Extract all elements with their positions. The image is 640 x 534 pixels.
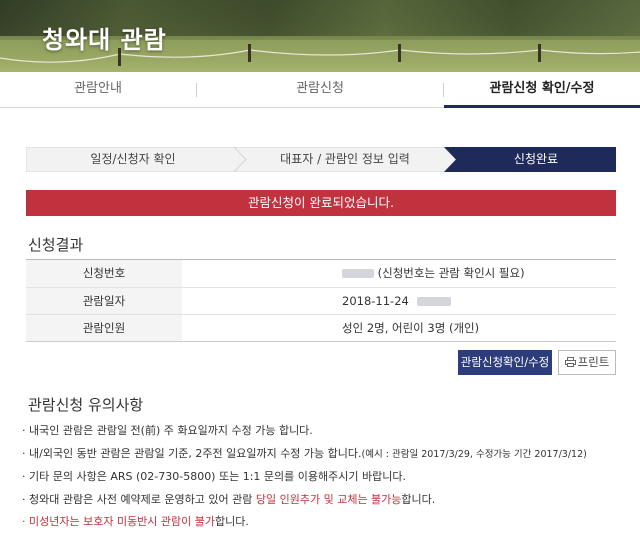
redacted-time — [416, 297, 451, 306]
list-item: · 미성년자는 보호자 미동반시 관람이 불가합니다. — [22, 511, 622, 534]
note-text: 합니다. — [215, 515, 249, 528]
visitor-count-label: 관람인원 — [26, 315, 182, 341]
result-table: 신청번호 (신청번호는 관람 확인시 필요) 관람일자 2018-11-24 관… — [26, 259, 616, 342]
note-warning: · 미성년자는 보호자 미동반시 관람이 불가 — [22, 515, 216, 528]
top-tab-bar: 관람안내 관람신청 관람신청 확인/수정 — [0, 72, 640, 108]
visit-date-text: 2018-11-24 — [342, 294, 409, 308]
printer-icon — [564, 357, 576, 367]
tab-tour-apply[interactable]: 관람신청 — [197, 72, 443, 108]
visitor-count-value: 성인 2명, 어린이 3명 (개인) — [342, 321, 480, 335]
notes-list: · 내국인 관람은 관람일 전(前) 주 화요일까지 수정 가능 합니다. · … — [22, 420, 622, 534]
note-text: 합니다. — [401, 492, 436, 506]
tab-tour-info[interactable]: 관람안내 — [0, 72, 196, 108]
table-row: 신청번호 (신청번호는 관람 확인시 필요) — [26, 260, 616, 287]
notes-heading: 관람신청 유의사항 — [28, 396, 144, 414]
note-text: · 내/외국인 동반 관람은 관람일 기준, 2주전 일요일까지 수정 가능 합… — [22, 446, 362, 460]
page-title: 청와대 관람 — [42, 26, 167, 54]
note-text: · 청와대 관람은 사전 예약제로 운영하고 있어 관람 — [22, 492, 256, 506]
step-indicator: 일정/신청자 확인 대표자 / 관람인 정보 입력 신청완료 — [26, 147, 616, 172]
table-row: 관람인원 성인 2명, 어린이 3명 (개인) — [26, 314, 616, 341]
hero-banner: 청와대 관람 — [0, 0, 640, 72]
list-item: · 내국인 관람은 관람일 전(前) 주 화요일까지 수정 가능 합니다. — [22, 420, 622, 443]
completion-banner: 관람신청이 완료되었습니다. — [26, 190, 616, 216]
list-item: · 기타 문의 사항은 ARS (02-730-5800) 또는 1:1 문의를… — [22, 466, 622, 489]
visit-date-label: 관람일자 — [26, 288, 182, 314]
note-warning: 당일 인원추가 및 교체는 불가능 — [255, 492, 402, 506]
redacted-number — [342, 269, 374, 278]
apply-number-note: (신청번호는 관람 확인시 필요) — [377, 266, 525, 280]
step-info-input: 대표자 / 관람인 정보 입력 — [280, 152, 410, 166]
list-item: · 청와대 관람은 사전 예약제로 운영하고 있어 관람 당일 인원추가 및 교… — [22, 489, 622, 512]
step-complete: 신청완료 — [513, 152, 559, 166]
print-button[interactable]: 프린트 — [558, 350, 616, 375]
apply-number-value: (신청번호는 관람 확인시 필요) — [182, 260, 616, 287]
table-row: 관람일자 2018-11-24 — [26, 287, 616, 314]
step-schedule-check: 일정/신청자 확인 — [90, 152, 176, 166]
print-label: 프린트 — [577, 355, 610, 369]
result-heading: 신청결과 — [28, 236, 84, 254]
list-item: · 내/외국인 동반 관람은 관람일 기준, 2주전 일요일까지 수정 가능 합… — [22, 443, 622, 467]
note-example: (예시 : 관람일 2017/3/29, 수정가능 기간 2017/3/12) — [361, 448, 587, 460]
apply-number-label: 신청번호 — [26, 260, 182, 287]
check-edit-button[interactable]: 관람신청확인/수정 — [458, 350, 552, 375]
visit-date-value: 2018-11-24 — [182, 288, 616, 314]
note-text: · 내국인 관람은 관람일 전(前) 주 화요일까지 수정 가능 합니다. — [22, 424, 313, 437]
note-text: · 기타 문의 사항은 ARS (02-730-5800) 또는 1:1 문의를… — [22, 470, 406, 483]
tab-apply-check-edit[interactable]: 관람신청 확인/수정 — [444, 72, 640, 108]
